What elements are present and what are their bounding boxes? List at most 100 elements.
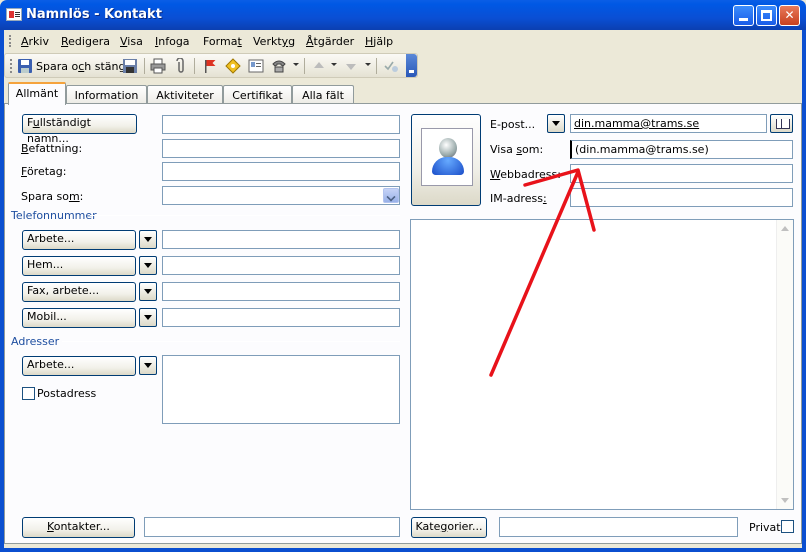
menu-visa[interactable]: Visa [120,35,143,48]
email-dropdown-icon[interactable] [547,114,565,133]
person-body-icon [432,157,464,175]
printer-icon [150,58,166,74]
floppy-icon [122,58,138,74]
phone-fax-button[interactable]: Fax, arbete... [22,282,136,302]
contact-photo-button[interactable] [411,114,481,206]
tab-certifikat[interactable]: Certifikat [223,85,292,104]
contact-photo-placeholder [421,128,473,186]
email-button[interactable]: E-post... [490,118,535,131]
menu-redigera[interactable]: Redigera [61,35,110,48]
private-checkbox[interactable] [781,520,794,533]
close-button[interactable]: ✕ [779,5,800,26]
menu-arkiv[interactable]: Arkiv [21,35,49,48]
display-as-input[interactable]: (din.mamma@trams.se) [570,140,793,159]
tab-allmant[interactable]: Allmänt [8,82,66,105]
contacts-button[interactable]: Kontakter... [22,517,135,538]
scroll-down-icon[interactable] [777,492,793,508]
job-title-input[interactable] [162,139,400,158]
web-address-input[interactable] [570,164,793,183]
check-names-button[interactable] [383,57,399,75]
menu-hjalp[interactable]: Hjälp [365,35,393,48]
file-as-label: Spara som: [21,190,84,203]
address-textarea[interactable] [162,355,400,424]
phone-home-dropdown-icon[interactable] [139,256,157,275]
next-item-button[interactable] [343,57,359,75]
tab-alla-falt[interactable]: Alla fält [292,85,354,104]
previous-item-button[interactable] [311,57,327,75]
notes-scrollbar[interactable] [776,220,793,509]
phone-fax-input[interactable] [162,282,400,301]
next-dropdown-arrow[interactable] [365,63,371,66]
address-type-button[interactable]: Arbete... [22,356,136,376]
toolbar-grip-handle[interactable] [10,59,13,73]
minimize-button[interactable] [733,5,754,26]
red-flag-icon [202,58,218,74]
file-as-select[interactable] [162,186,400,205]
maximize-icon [761,10,772,21]
save-button[interactable] [122,57,138,75]
contacts-input[interactable] [144,517,400,537]
address-card-icon [248,58,264,74]
phone-home-input[interactable] [162,256,400,275]
tab-strip: Allmänt Information Aktiviteter Certifik… [4,82,802,105]
menu-bar: Arkiv Redigera Visa Infoga Format Verkty… [4,30,802,52]
person-head-icon [439,138,457,158]
call-dropdown-arrow[interactable] [293,63,299,66]
menu-verktyg[interactable]: Verktyg [253,35,295,48]
tab-aktiviteter[interactable]: Aktiviteter [147,85,223,104]
menu-grip-handle[interactable] [9,35,12,47]
menu-atgarder[interactable]: Åtgärder [306,35,354,48]
follow-up-flag-button[interactable] [202,57,218,75]
address-section-divider [62,341,400,342]
tab-information[interactable]: Information [66,85,147,104]
minimize-icon [739,18,748,21]
web-address-label: Webbadress: [490,168,561,181]
postal-address-checkbox[interactable] [22,387,35,400]
maximize-button[interactable] [756,5,777,26]
phone-business-input[interactable] [162,230,400,249]
phone-icon [271,58,287,74]
check-names-icon [383,58,399,74]
title-bar[interactable]: Namnlös - Kontakt ✕ [0,0,806,30]
save-disk-icon [17,58,33,74]
save-and-close-button[interactable]: Spara och stäng [17,57,125,75]
previous-dropdown-arrow[interactable] [331,63,337,66]
toolbar-separator [194,58,195,74]
attach-button[interactable] [173,57,189,75]
im-address-label: IM-adress: [490,192,547,205]
title-label: Befattning: [21,142,83,155]
categories-button[interactable] [225,57,241,75]
contact-card-icon [6,8,22,21]
full-name-button[interactable]: Fullständigt namn... [22,114,137,145]
phone-mobile-button[interactable]: Mobil... [22,308,136,328]
close-icon: ✕ [784,8,795,22]
tag-icon [225,58,241,74]
menu-infoga[interactable]: Infoga [155,35,190,48]
toolbar-overflow-chevron-icon[interactable] [406,54,417,77]
phone-fax-dropdown-icon[interactable] [139,282,157,301]
phone-mobile-input[interactable] [162,308,400,327]
categories-footer-button[interactable]: Kategorier... [411,517,487,538]
window-title: Namnlös - Kontakt [26,7,162,22]
phone-business-button[interactable]: Arbete... [22,230,136,250]
call-contact-button[interactable] [271,57,287,75]
phone-mobile-dropdown-icon[interactable] [139,308,157,327]
menu-format[interactable]: Format [203,35,242,48]
full-name-input[interactable] [162,115,400,134]
phone-business-dropdown-icon[interactable] [139,230,157,249]
address-section-title: Adresser [11,335,60,348]
address-type-dropdown-icon[interactable] [139,356,157,375]
scroll-up-icon[interactable] [777,221,793,237]
arrow-up-icon [311,58,327,74]
email-input[interactable]: din.mamma@trams.se [570,114,767,133]
company-input[interactable] [162,162,400,181]
file-as-dropdown-icon[interactable] [383,188,399,203]
address-book-icon[interactable] [770,114,793,133]
phone-home-button[interactable]: Hem... [22,256,136,276]
print-button[interactable] [150,57,166,75]
notes-textarea[interactable] [410,219,794,510]
categories-input[interactable] [499,517,738,537]
toolbar-separator [304,58,305,74]
im-address-input[interactable] [570,188,793,207]
display-map-button[interactable] [248,57,264,75]
